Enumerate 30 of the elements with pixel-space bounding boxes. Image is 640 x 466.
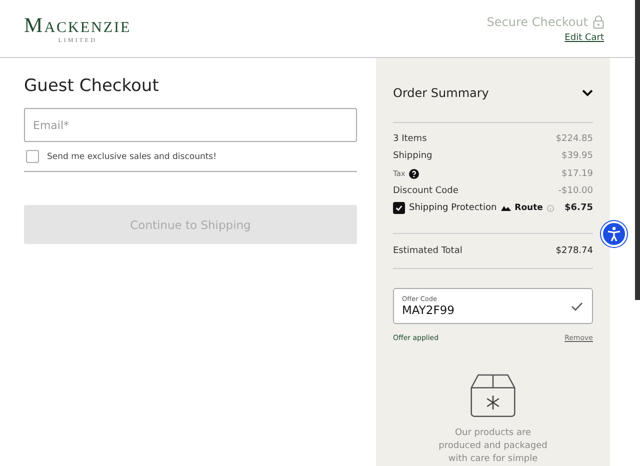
email-field[interactable]: Email* <box>24 108 357 142</box>
accessibility-button[interactable] <box>601 221 627 247</box>
help-icon[interactable] <box>409 168 420 179</box>
scrollbar[interactable] <box>635 0 640 300</box>
page-title: Guest Checkout <box>24 76 160 96</box>
checkbox[interactable] <box>393 202 405 214</box>
secure-checkout-label: Secure Checkout <box>486 14 588 28</box>
lock-icon <box>593 14 604 28</box>
chevron-icon[interactable] <box>582 89 593 98</box>
summary-label: Shipping Protection <box>409 203 497 214</box>
total-value: $278.74 <box>556 246 593 256</box>
summary-value: $17.19 <box>562 168 593 179</box>
summary-value: $39.95 <box>562 151 593 162</box>
brand-logo[interactable]: MACKENZIE <box>24 13 132 38</box>
summary-label: Shipping <box>393 151 432 162</box>
checkbox[interactable] <box>26 150 39 163</box>
checkmark-icon <box>395 204 403 212</box>
summary-label: Discount Code <box>393 186 458 196</box>
newsletter-label: Send me exclusive sales and discounts! <box>47 152 217 162</box>
summary-title: Order Summary <box>393 86 489 100</box>
care-note: Our products are produced and packaged with care for simple <box>438 426 548 466</box>
summary-value: -$10.00 <box>558 186 593 196</box>
summary-label: 3 Items <box>393 134 427 144</box>
summary-value: $224.85 <box>556 134 593 144</box>
edit-cart-link[interactable]: Edit Cart <box>564 32 604 42</box>
accessibility-icon <box>606 226 622 242</box>
total-label: Estimated Total <box>393 246 462 256</box>
checkmark-icon <box>571 302 583 311</box>
route-brand: Route <box>514 203 543 214</box>
summary-value: $6.75 <box>564 203 593 214</box>
